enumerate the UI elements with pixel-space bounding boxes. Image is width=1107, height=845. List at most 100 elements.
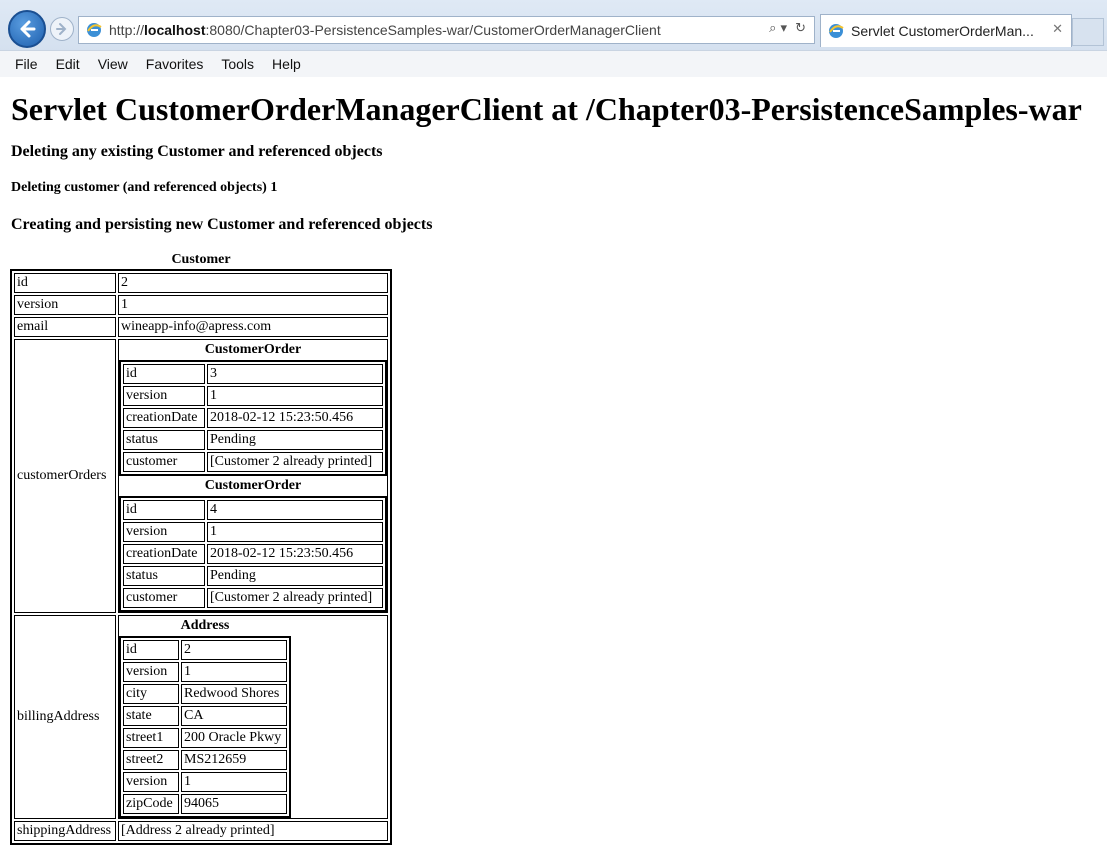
table-row: status Pending (123, 566, 383, 586)
address-table: Address id 2 version 1 city Redwood Shores … (119, 616, 291, 818)
table-row: id 2 (123, 640, 287, 660)
order-value: Pending (207, 566, 383, 586)
order-value: 2018-02-12 15:23:50.456 (207, 544, 383, 564)
order-value: 4 (207, 500, 383, 520)
order-caption: CustomerOrder (204, 342, 302, 357)
address-key: id (123, 640, 179, 660)
table-row: zipCode 94065 (123, 794, 287, 814)
navigation-row: http://localhost:8080/Chapter03-Persiste… (0, 8, 1107, 48)
order-value: [Customer 2 already printed] (207, 588, 383, 608)
order-key: id (123, 364, 205, 384)
customer-value: 2 (118, 273, 388, 293)
order-value: [Customer 2 already printed] (207, 452, 383, 472)
address-value: 94065 (181, 794, 287, 814)
order-value: 2018-02-12 15:23:50.456 (207, 408, 383, 428)
menu-view[interactable]: View (89, 56, 137, 72)
customer-value: 1 (118, 295, 388, 315)
browser-tab[interactable]: Servlet CustomerOrderMan... ✕ (820, 14, 1072, 47)
address-value: 1 (181, 772, 287, 792)
table-row: id 4 (123, 500, 383, 520)
address-caption: Address (180, 618, 230, 633)
customer-caption: Customer (171, 252, 231, 267)
address-key: zipCode (123, 794, 179, 814)
table-row: state CA (123, 706, 287, 726)
order-caption: CustomerOrder (204, 478, 302, 493)
page-content: Servlet CustomerOrderManagerClient at /C… (0, 77, 1107, 845)
address-tools: ⌕ ▾ ↻ (769, 21, 806, 36)
order-key: version (123, 522, 205, 542)
forward-arrow-icon (56, 23, 67, 35)
ie-page-icon (87, 23, 102, 37)
close-tab-icon[interactable]: ✕ (1052, 22, 1063, 37)
address-key: street1 (123, 728, 179, 748)
order-key: status (123, 566, 205, 586)
table-row: customer [Customer 2 already printed] (123, 452, 383, 472)
table-row: creationDate 2018-02-12 15:23:50.456 (123, 408, 383, 428)
address-value: 2 (181, 640, 287, 660)
table-row: version 1 (123, 662, 287, 682)
menu-tools[interactable]: Tools (212, 56, 263, 72)
order-key: version (123, 386, 205, 406)
order-value: 3 (207, 364, 383, 384)
shipping-address-key: shippingAddress (14, 821, 116, 841)
address-value: CA (181, 706, 287, 726)
browser-chrome: http://localhost:8080/Chapter03-Persiste… (0, 0, 1107, 77)
table-row: billingAddress Address id 2 version 1 city… (14, 615, 388, 819)
table-row: customerOrders CustomerOrder id 3 version… (14, 339, 388, 613)
table-row: id 2 (14, 273, 388, 293)
table-row: version 1 (123, 772, 287, 792)
order-value: 1 (207, 386, 383, 406)
address-bar[interactable]: http://localhost:8080/Chapter03-Persiste… (78, 16, 815, 44)
billing-address-key: billingAddress (14, 615, 116, 819)
page-title: Servlet CustomerOrderManagerClient at /C… (11, 91, 1082, 127)
address-value: 200 Oracle Pkwy (181, 728, 287, 748)
address-key: city (123, 684, 179, 704)
customer-key: id (14, 273, 116, 293)
table-row: id 3 (123, 364, 383, 384)
table-row: status Pending (123, 430, 383, 450)
search-icon[interactable]: ⌕ ▾ (769, 21, 787, 36)
billing-address-cell: Address id 2 version 1 city Redwood Shores … (118, 615, 388, 819)
table-row: version 1 (14, 295, 388, 315)
table-row: street1 200 Oracle Pkwy (123, 728, 287, 748)
address-key: version (123, 772, 179, 792)
table-row: email wineapp-info@apress.com (14, 317, 388, 337)
address-value: Redwood Shores (181, 684, 287, 704)
customer-table: Customer id 2 version 1 email wineapp-in… (10, 251, 392, 845)
table-row: creationDate 2018-02-12 15:23:50.456 (123, 544, 383, 564)
address-key: version (123, 662, 179, 682)
table-row: street2 MS212659 (123, 750, 287, 770)
customer-order-table: CustomerOrder id 3 version 1 creationDate 2… (119, 340, 387, 476)
refresh-icon[interactable]: ↻ (795, 21, 806, 36)
menu-favorites[interactable]: Favorites (137, 56, 213, 72)
address-value: MS212659 (181, 750, 287, 770)
customer-order-table: CustomerOrder id 4 version 1 creationDate 2… (119, 476, 387, 612)
customer-key: version (14, 295, 116, 315)
order-key: creationDate (123, 408, 205, 428)
table-row: city Redwood Shores (123, 684, 287, 704)
menu-file[interactable]: File (6, 56, 47, 72)
table-row: version 1 (123, 522, 383, 542)
order-key: customer (123, 588, 205, 608)
table-row: shippingAddress [Address 2 already print… (14, 821, 388, 841)
ie-tab-icon (829, 24, 844, 38)
order-value: 1 (207, 522, 383, 542)
deleting-heading: Deleting any existing Customer and refer… (11, 143, 383, 160)
address-key: state (123, 706, 179, 726)
back-button[interactable] (8, 10, 46, 48)
shipping-address-value: [Address 2 already printed] (118, 821, 388, 841)
forward-button[interactable] (50, 17, 74, 41)
customer-value: wineapp-info@apress.com (118, 317, 388, 337)
table-row: customer [Customer 2 already printed] (123, 588, 383, 608)
creating-heading: Creating and persisting new Customer and… (11, 216, 433, 233)
address-key: street2 (123, 750, 179, 770)
url-text: http://localhost:8080/Chapter03-Persiste… (109, 22, 661, 38)
menu-edit[interactable]: Edit (47, 56, 89, 72)
order-key: creationDate (123, 544, 205, 564)
order-value: Pending (207, 430, 383, 450)
new-tab-button[interactable] (1072, 18, 1104, 46)
menu-help[interactable]: Help (263, 56, 310, 72)
order-key: id (123, 500, 205, 520)
deleting-customer-text: Deleting customer (and referenced object… (11, 180, 278, 195)
back-arrow-icon (20, 20, 36, 38)
